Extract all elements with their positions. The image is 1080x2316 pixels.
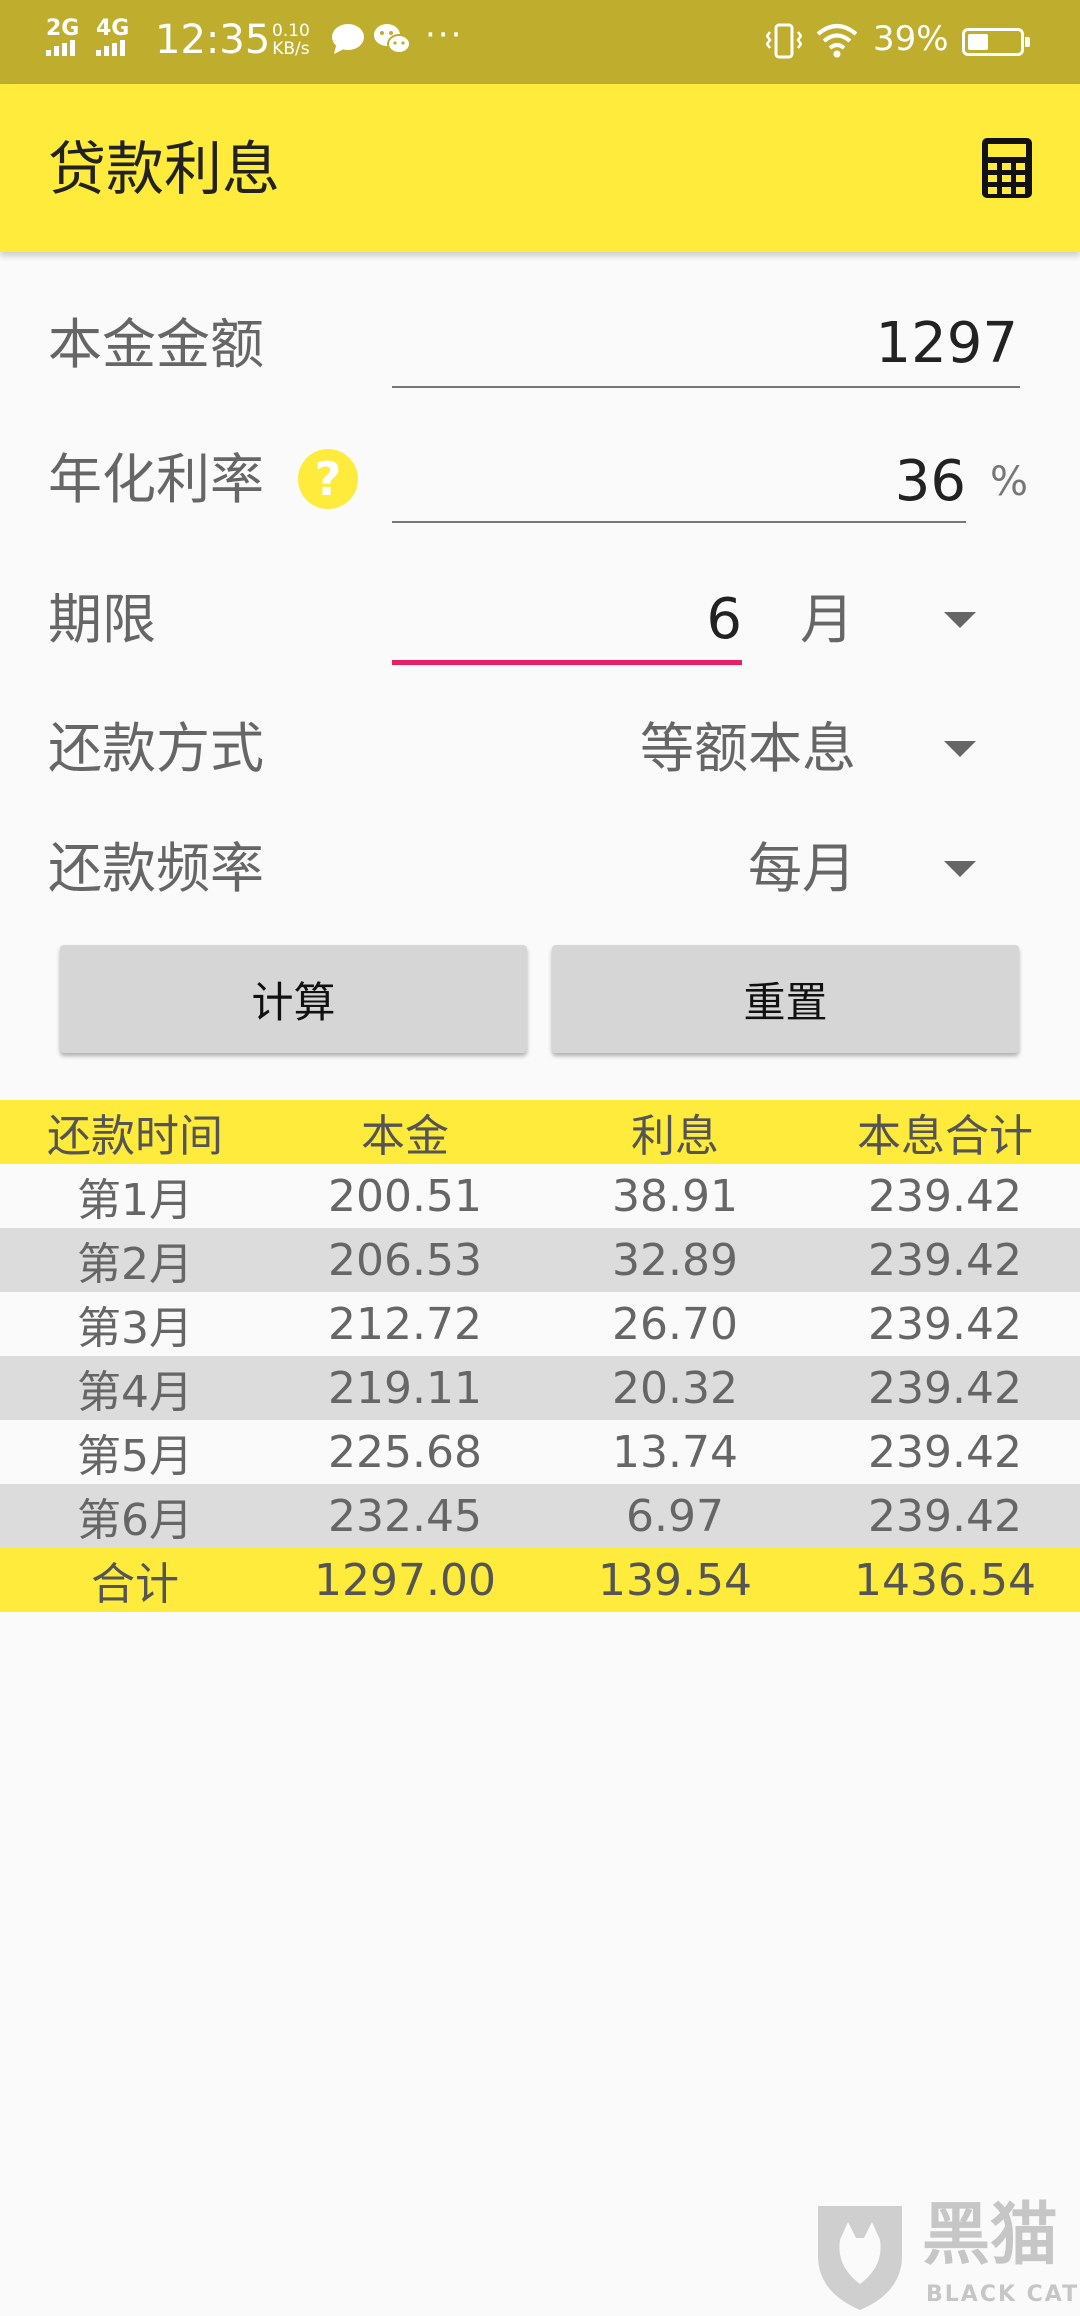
method-label: 还款方式 — [48, 717, 264, 780]
frequency-label: 还款频率 — [48, 837, 264, 900]
vibrate-icon — [766, 23, 802, 59]
network-type-2: 4G — [96, 16, 130, 41]
table-cell: 212.72 — [328, 1298, 482, 1350]
table-cell: 第3月 — [77, 1303, 193, 1354]
total-cell-interest: 139.54 — [598, 1554, 752, 1606]
table-cell: 239.42 — [868, 1170, 1022, 1222]
term-label: 期限 — [48, 588, 156, 651]
signal-icon — [46, 40, 75, 56]
term-underline-focused — [392, 660, 742, 665]
method-select[interactable]: 等额本息 — [560, 717, 856, 782]
table-cell: 第6月 — [77, 1495, 193, 1546]
table-cell: 239.42 — [868, 1234, 1022, 1286]
battery-icon — [962, 28, 1030, 56]
frequency-select[interactable]: 每月 — [660, 837, 856, 902]
watermark-brand-cn: 黑猫 — [922, 2196, 1059, 2275]
table-cell: 219.11 — [328, 1362, 482, 1414]
total-cell-sum: 1436.54 — [854, 1554, 1036, 1606]
header-cell-principal: 本金 — [361, 1111, 449, 1162]
rate-underline — [392, 521, 966, 523]
black-cat-logo-icon — [818, 2206, 902, 2310]
network-type-1: 2G — [46, 16, 80, 41]
table-cell: 第4月 — [77, 1367, 193, 1418]
network-speed-value: 0.10 — [272, 21, 310, 41]
table-cell: 232.45 — [328, 1490, 482, 1542]
chevron-down-icon[interactable] — [944, 612, 976, 628]
table-cell: 第5月 — [77, 1431, 193, 1482]
clock: 12:35 — [155, 17, 271, 63]
rate-input[interactable]: 36 — [392, 448, 966, 515]
table-cell: 200.51 — [328, 1170, 482, 1222]
help-icon[interactable]: ? — [298, 449, 358, 509]
principal-underline — [392, 386, 1020, 388]
table-row: 第5月 225.68 13.74 239.42 — [0, 1420, 1080, 1484]
watermark: 黑猫 BLACK CAT — [800, 2196, 1080, 2316]
table-total-row: 合计 1297.00 139.54 1436.54 — [0, 1548, 1080, 1612]
rate-label: 年化利率 — [48, 448, 264, 511]
table-cell: 第1月 — [77, 1175, 193, 1226]
table-cell: 206.53 — [328, 1234, 482, 1286]
table-row: 第2月 206.53 32.89 239.42 — [0, 1228, 1080, 1292]
table-cell: 225.68 — [328, 1426, 482, 1478]
table-cell: 13.74 — [612, 1426, 738, 1478]
table-cell: 38.91 — [612, 1170, 738, 1222]
app-bar: 贷款利息 — [0, 84, 1080, 252]
reset-button[interactable]: 重置 — [552, 945, 1019, 1053]
table-cell: 239.42 — [868, 1426, 1022, 1478]
message-icon — [332, 24, 364, 54]
watermark-brand-en: BLACK CAT — [926, 2282, 1080, 2307]
table-header: 还款时间 本金 利息 本息合计 — [0, 1100, 1080, 1164]
principal-label: 本金金额 — [48, 313, 264, 376]
total-cell-principal: 1297.00 — [314, 1554, 496, 1606]
header-cell-interest: 利息 — [631, 1111, 719, 1162]
table-row: 第6月 232.45 6.97 239.42 — [0, 1484, 1080, 1548]
table-cell: 239.42 — [868, 1490, 1022, 1542]
calculate-button[interactable]: 计算 — [60, 945, 527, 1053]
battery-percent: 39% — [873, 19, 949, 59]
table-row: 第3月 212.72 26.70 239.42 — [0, 1292, 1080, 1356]
battery-fill — [968, 34, 988, 50]
table-row: 第4月 219.11 20.32 239.42 — [0, 1356, 1080, 1420]
principal-input[interactable]: 1297 — [392, 310, 1018, 377]
more-notifications-icon: ··· — [425, 15, 464, 55]
header-cell-time: 还款时间 — [47, 1111, 223, 1162]
header-cell-total: 本息合计 — [857, 1111, 1033, 1162]
wechat-icon — [374, 24, 411, 54]
wifi-icon — [816, 24, 858, 58]
network-speed-unit: KB/s — [272, 39, 310, 59]
status-bar: 2G 4G 12:35 0.10 KB/s ··· 39% — [0, 0, 1080, 84]
repayment-table: 还款时间 本金 利息 本息合计 第1月 200.51 38.91 239.42 … — [0, 1100, 1080, 1612]
term-input[interactable]: 6 — [392, 586, 742, 653]
table-cell: 239.42 — [868, 1298, 1022, 1350]
page-title: 贷款利息 — [48, 135, 281, 203]
battery-nub — [1025, 37, 1030, 47]
chevron-down-icon[interactable] — [944, 861, 976, 877]
table-cell: 6.97 — [626, 1490, 724, 1542]
table-cell: 239.42 — [868, 1362, 1022, 1414]
signal-icon-2 — [96, 40, 125, 56]
total-cell-label: 合计 — [91, 1559, 179, 1610]
calculator-icon[interactable] — [982, 138, 1032, 198]
table-cell: 20.32 — [612, 1362, 738, 1414]
table-cell: 第2月 — [77, 1239, 193, 1290]
network-speed: 0.10 KB/s — [272, 22, 310, 58]
table-row: 第1月 200.51 38.91 239.42 — [0, 1164, 1080, 1228]
table-cell: 26.70 — [612, 1298, 738, 1350]
table-cell: 32.89 — [612, 1234, 738, 1286]
chevron-down-icon[interactable] — [944, 741, 976, 757]
rate-unit: % — [990, 459, 1029, 505]
term-unit-select[interactable]: 月 — [800, 588, 854, 653]
